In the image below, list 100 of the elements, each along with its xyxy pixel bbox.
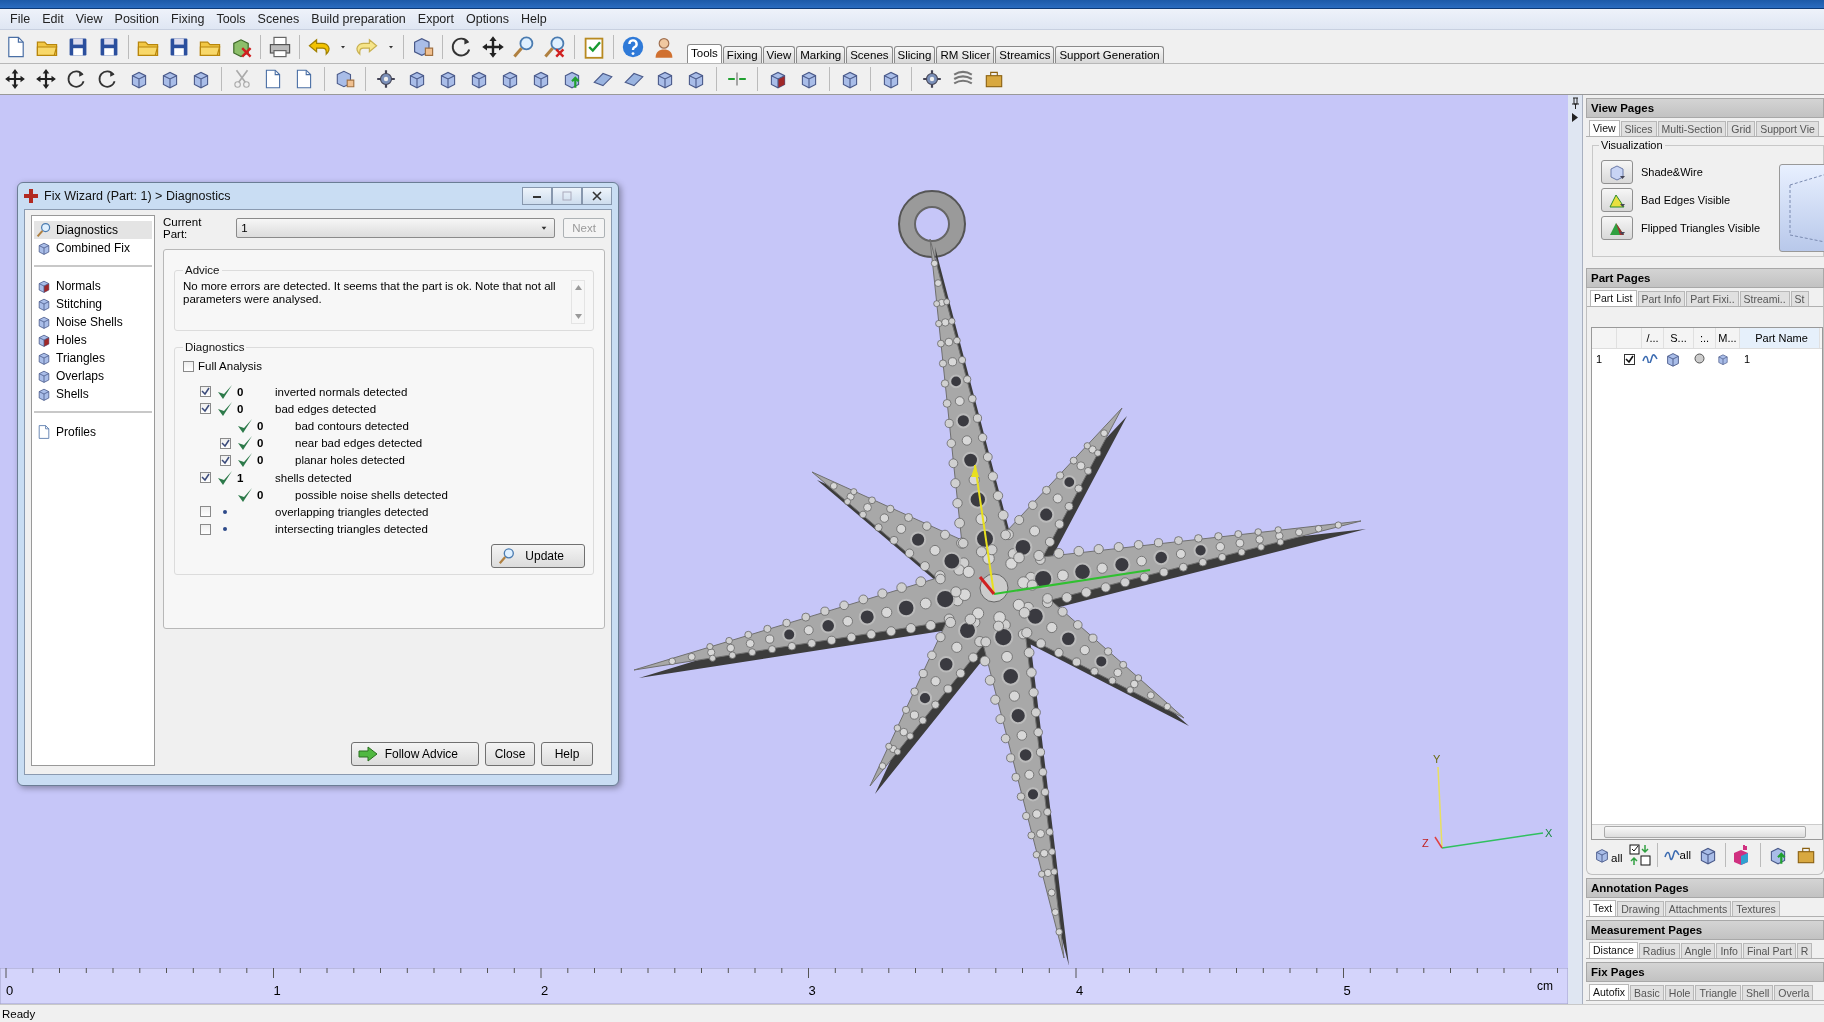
panel-tab[interactable]: Shell bbox=[1741, 985, 1774, 1000]
column-header[interactable]: /... bbox=[1642, 328, 1664, 348]
nav-item[interactable]: Overlaps bbox=[34, 367, 152, 385]
menu-item[interactable]: File bbox=[4, 12, 37, 26]
nav-item[interactable]: Triangles bbox=[34, 349, 152, 367]
checkbox[interactable] bbox=[183, 360, 194, 372]
scroll-up-icon[interactable] bbox=[574, 285, 582, 290]
column-header[interactable]: Part Name bbox=[1740, 328, 1820, 348]
column-header[interactable]: :.. bbox=[1694, 328, 1716, 348]
panel-tab[interactable]: Hole bbox=[1664, 985, 1695, 1000]
panel-tab[interactable]: Info bbox=[1716, 943, 1742, 958]
ribbon-tab[interactable]: View bbox=[762, 46, 796, 63]
magnifier-cross-icon[interactable] bbox=[543, 34, 567, 59]
panel-tab[interactable]: Slices bbox=[1620, 121, 1657, 136]
panel-tab[interactable]: St bbox=[1790, 291, 1809, 306]
gear-icon[interactable] bbox=[375, 68, 397, 90]
cube-icon[interactable] bbox=[1664, 350, 1682, 368]
menu-item[interactable]: View bbox=[69, 12, 109, 26]
panel-tab[interactable]: Radius bbox=[1638, 943, 1680, 958]
checkbox[interactable] bbox=[219, 454, 231, 466]
follow-advice-button[interactable]: Follow Advice bbox=[351, 742, 479, 766]
nav-item[interactable]: Normals bbox=[34, 277, 152, 295]
ribbon-tab[interactable]: Tools bbox=[687, 44, 722, 63]
minimize-button[interactable] bbox=[522, 187, 552, 205]
menu-item[interactable]: Build preparation bbox=[305, 12, 412, 26]
show-all-button[interactable]: all bbox=[1663, 849, 1692, 861]
ribbon-tab[interactable]: Slicing bbox=[893, 46, 936, 63]
menu-item[interactable]: Edit bbox=[36, 12, 70, 26]
panel-tab[interactable]: Text bbox=[1589, 900, 1617, 916]
panel-tab[interactable]: Drawing bbox=[1617, 901, 1664, 916]
nav-item[interactable]: Combined Fix bbox=[34, 239, 152, 257]
menu-item[interactable]: Fixing bbox=[165, 12, 211, 26]
panel-tab[interactable]: Part Info bbox=[1637, 291, 1686, 306]
nav-item[interactable]: Shells bbox=[34, 385, 152, 403]
move-icon[interactable] bbox=[35, 68, 57, 90]
menu-item[interactable]: Tools bbox=[210, 12, 252, 26]
ribbon-tab[interactable]: RM Slicer bbox=[936, 46, 995, 63]
nav-item[interactable]: Profiles bbox=[34, 423, 152, 441]
move-icon[interactable] bbox=[4, 68, 26, 90]
scrollbar[interactable] bbox=[1604, 826, 1806, 838]
swap-checkbox-icon[interactable] bbox=[1628, 844, 1651, 866]
checkbox[interactable] bbox=[1624, 353, 1635, 365]
checkbox[interactable] bbox=[219, 437, 231, 449]
nav-item[interactable]: Diagnostics bbox=[34, 221, 152, 239]
panel-tab[interactable]: View bbox=[1589, 120, 1620, 136]
printer-icon[interactable] bbox=[268, 34, 292, 59]
expand-arrow-icon[interactable] bbox=[1572, 113, 1578, 122]
panel-tab[interactable]: R bbox=[1796, 943, 1813, 958]
checkbox[interactable] bbox=[199, 403, 211, 415]
menu-item[interactable]: Export bbox=[411, 12, 460, 26]
update-button[interactable]: Update bbox=[491, 543, 585, 568]
panel-tab[interactable]: Overla bbox=[1774, 985, 1814, 1000]
panel-tab[interactable]: Part List bbox=[1590, 290, 1637, 306]
shade-mode-button[interactable] bbox=[1601, 160, 1633, 184]
nav-item[interactable]: Stitching bbox=[34, 295, 152, 313]
panel-tab[interactable]: Support Vie bbox=[1756, 121, 1819, 136]
cube-hand-icon[interactable] bbox=[334, 68, 356, 90]
ribbon-tab[interactable]: Marking bbox=[796, 46, 846, 63]
panel-tab[interactable]: Triangle bbox=[1695, 985, 1741, 1000]
magnifier-icon[interactable] bbox=[512, 34, 536, 59]
checkbox[interactable] bbox=[199, 506, 211, 518]
checkbox[interactable] bbox=[199, 472, 211, 484]
panel-tab[interactable]: Streami.. bbox=[1739, 291, 1790, 306]
nav-item[interactable]: Noise Shells bbox=[34, 313, 152, 331]
help-button[interactable]: Help bbox=[541, 742, 593, 766]
nav-item[interactable]: Holes bbox=[34, 331, 152, 349]
bad-edges-button[interactable] bbox=[1601, 188, 1633, 212]
wave-icon[interactable] bbox=[1642, 353, 1658, 363]
gear-icon[interactable] bbox=[921, 68, 943, 90]
menu-item[interactable]: Options bbox=[459, 12, 516, 26]
panel-tab[interactable]: Part Fixi.. bbox=[1686, 291, 1739, 306]
move-icon[interactable] bbox=[481, 34, 505, 59]
checkbox[interactable] bbox=[199, 386, 211, 398]
ribbon-tab[interactable]: Scenes bbox=[846, 46, 893, 63]
ribbon-tab[interactable]: Support Generation bbox=[1055, 46, 1164, 63]
panel-tab[interactable]: Distance bbox=[1589, 942, 1638, 958]
panel-tab[interactable]: Textures bbox=[1732, 901, 1780, 916]
flipped-triangles-button[interactable] bbox=[1601, 216, 1633, 240]
menu-item[interactable]: Help bbox=[515, 12, 553, 26]
close-button[interactable] bbox=[582, 187, 612, 205]
part-dropdown[interactable]: 1 bbox=[236, 218, 556, 238]
ribbon-tab[interactable]: Fixing bbox=[722, 46, 762, 63]
panel-tab[interactable]: Attachments bbox=[1664, 901, 1732, 916]
pin-icon[interactable] bbox=[1570, 97, 1580, 109]
close-button[interactable]: Close bbox=[485, 742, 535, 766]
checkbox[interactable] bbox=[199, 523, 211, 535]
panel-tab[interactable]: Multi-Section bbox=[1657, 121, 1727, 136]
help-icon[interactable] bbox=[621, 34, 645, 59]
cube-icon[interactable] bbox=[1716, 352, 1730, 366]
select-all-button[interactable]: all bbox=[1593, 846, 1623, 864]
circle-icon[interactable] bbox=[1694, 352, 1705, 364]
scroll-down-icon[interactable] bbox=[574, 314, 582, 319]
column-header[interactable]: S... bbox=[1664, 328, 1694, 348]
menu-item[interactable]: Scenes bbox=[251, 12, 306, 26]
panel-tab[interactable]: Basic bbox=[1630, 985, 1664, 1000]
panel-tab[interactable]: Grid bbox=[1727, 121, 1756, 136]
menu-item[interactable]: Position bbox=[108, 12, 166, 26]
panel-tab[interactable]: Final Part bbox=[1742, 943, 1796, 958]
ribbon-tab[interactable]: Streamics bbox=[995, 46, 1055, 63]
panel-tab[interactable]: Autofix bbox=[1589, 984, 1630, 1000]
